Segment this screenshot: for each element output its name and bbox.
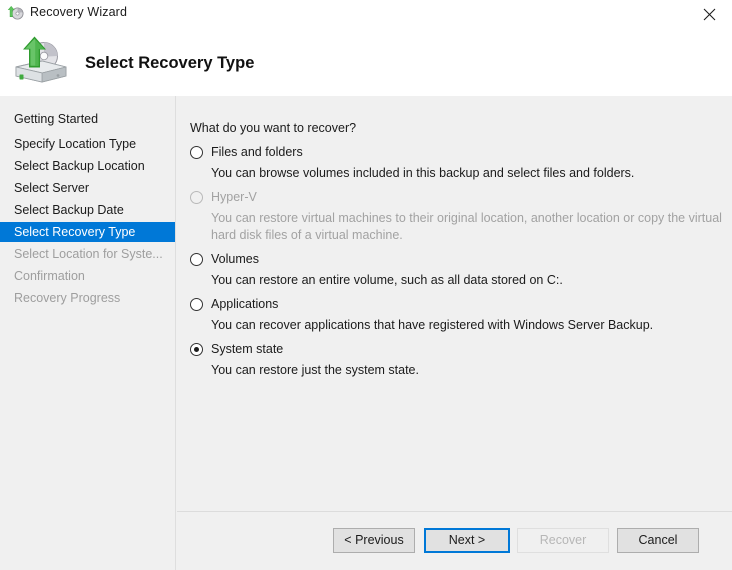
previous-button[interactable]: < Previous — [333, 528, 415, 553]
wizard-footer: < Previous Next > Recover Cancel — [177, 512, 732, 570]
recovery-wizard-window: Recovery Wizard Select Recovery Type Get… — [0, 0, 732, 570]
radio-system-state[interactable] — [190, 343, 203, 356]
radio-applications[interactable] — [190, 298, 203, 311]
sidebar-item-select-backup-date[interactable]: Select Backup Date — [0, 200, 175, 220]
wizard-step-nav: Getting Started Specify Location Type Se… — [0, 96, 176, 570]
recovery-type-radio-group: Files and folders You can browse volumes… — [190, 144, 725, 386]
wizard-body: Getting Started Specify Location Type Se… — [0, 96, 732, 570]
sidebar-item-select-recovery-type[interactable]: Select Recovery Type — [0, 222, 175, 242]
sidebar-item-getting-started[interactable]: Getting Started — [0, 109, 175, 129]
radio-volumes[interactable] — [190, 253, 203, 266]
option-label[interactable]: Volumes — [211, 251, 259, 267]
radio-hyper-v — [190, 191, 203, 204]
question-label: What do you want to recover? — [190, 121, 357, 135]
title-bar: Recovery Wizard — [0, 0, 732, 28]
option-description: You can recover applications that have r… — [211, 318, 654, 332]
wizard-header: Select Recovery Type — [0, 28, 732, 96]
option-description: You can restore virtual machines to thei… — [211, 211, 722, 242]
window-title: Recovery Wizard — [30, 5, 128, 19]
hard-disk-restore-icon — [12, 34, 70, 86]
option-hyper-v: Hyper-V You can restore virtual machines… — [190, 189, 725, 244]
option-volumes[interactable]: Volumes You can restore an entire volume… — [190, 251, 725, 289]
sidebar-item-specify-location-type[interactable]: Specify Location Type — [0, 134, 175, 154]
recover-button: Recover — [517, 528, 609, 553]
option-applications[interactable]: Applications You can recover application… — [190, 296, 725, 334]
sidebar-item-select-backup-location[interactable]: Select Backup Location — [0, 156, 175, 176]
option-system-state[interactable]: System state You can restore just the sy… — [190, 341, 725, 379]
sidebar-item-recovery-progress: Recovery Progress — [14, 291, 121, 305]
sidebar-item-select-location-for-system-state: Select Location for Syste... — [14, 247, 163, 261]
cancel-button[interactable]: Cancel — [617, 528, 699, 553]
option-description: You can browse volumes included in this … — [211, 166, 635, 180]
next-button[interactable]: Next > — [424, 528, 510, 553]
option-files-and-folders[interactable]: Files and folders You can browse volumes… — [190, 144, 725, 182]
option-label: Hyper-V — [211, 190, 257, 204]
option-label[interactable]: Applications — [211, 296, 278, 312]
close-icon[interactable] — [687, 0, 732, 28]
wizard-content: What do you want to recover? Files and f… — [177, 96, 732, 570]
option-description: You can restore an entire volume, such a… — [211, 273, 563, 287]
sidebar-item-select-server[interactable]: Select Server — [0, 178, 175, 198]
option-label[interactable]: Files and folders — [211, 144, 303, 160]
page-title: Select Recovery Type — [85, 54, 255, 72]
radio-files-and-folders[interactable] — [190, 146, 203, 159]
recovery-disk-icon — [7, 4, 25, 22]
option-description: You can restore just the system state. — [211, 363, 419, 377]
sidebar-item-confirmation: Confirmation — [14, 269, 85, 283]
option-label[interactable]: System state — [211, 341, 283, 357]
